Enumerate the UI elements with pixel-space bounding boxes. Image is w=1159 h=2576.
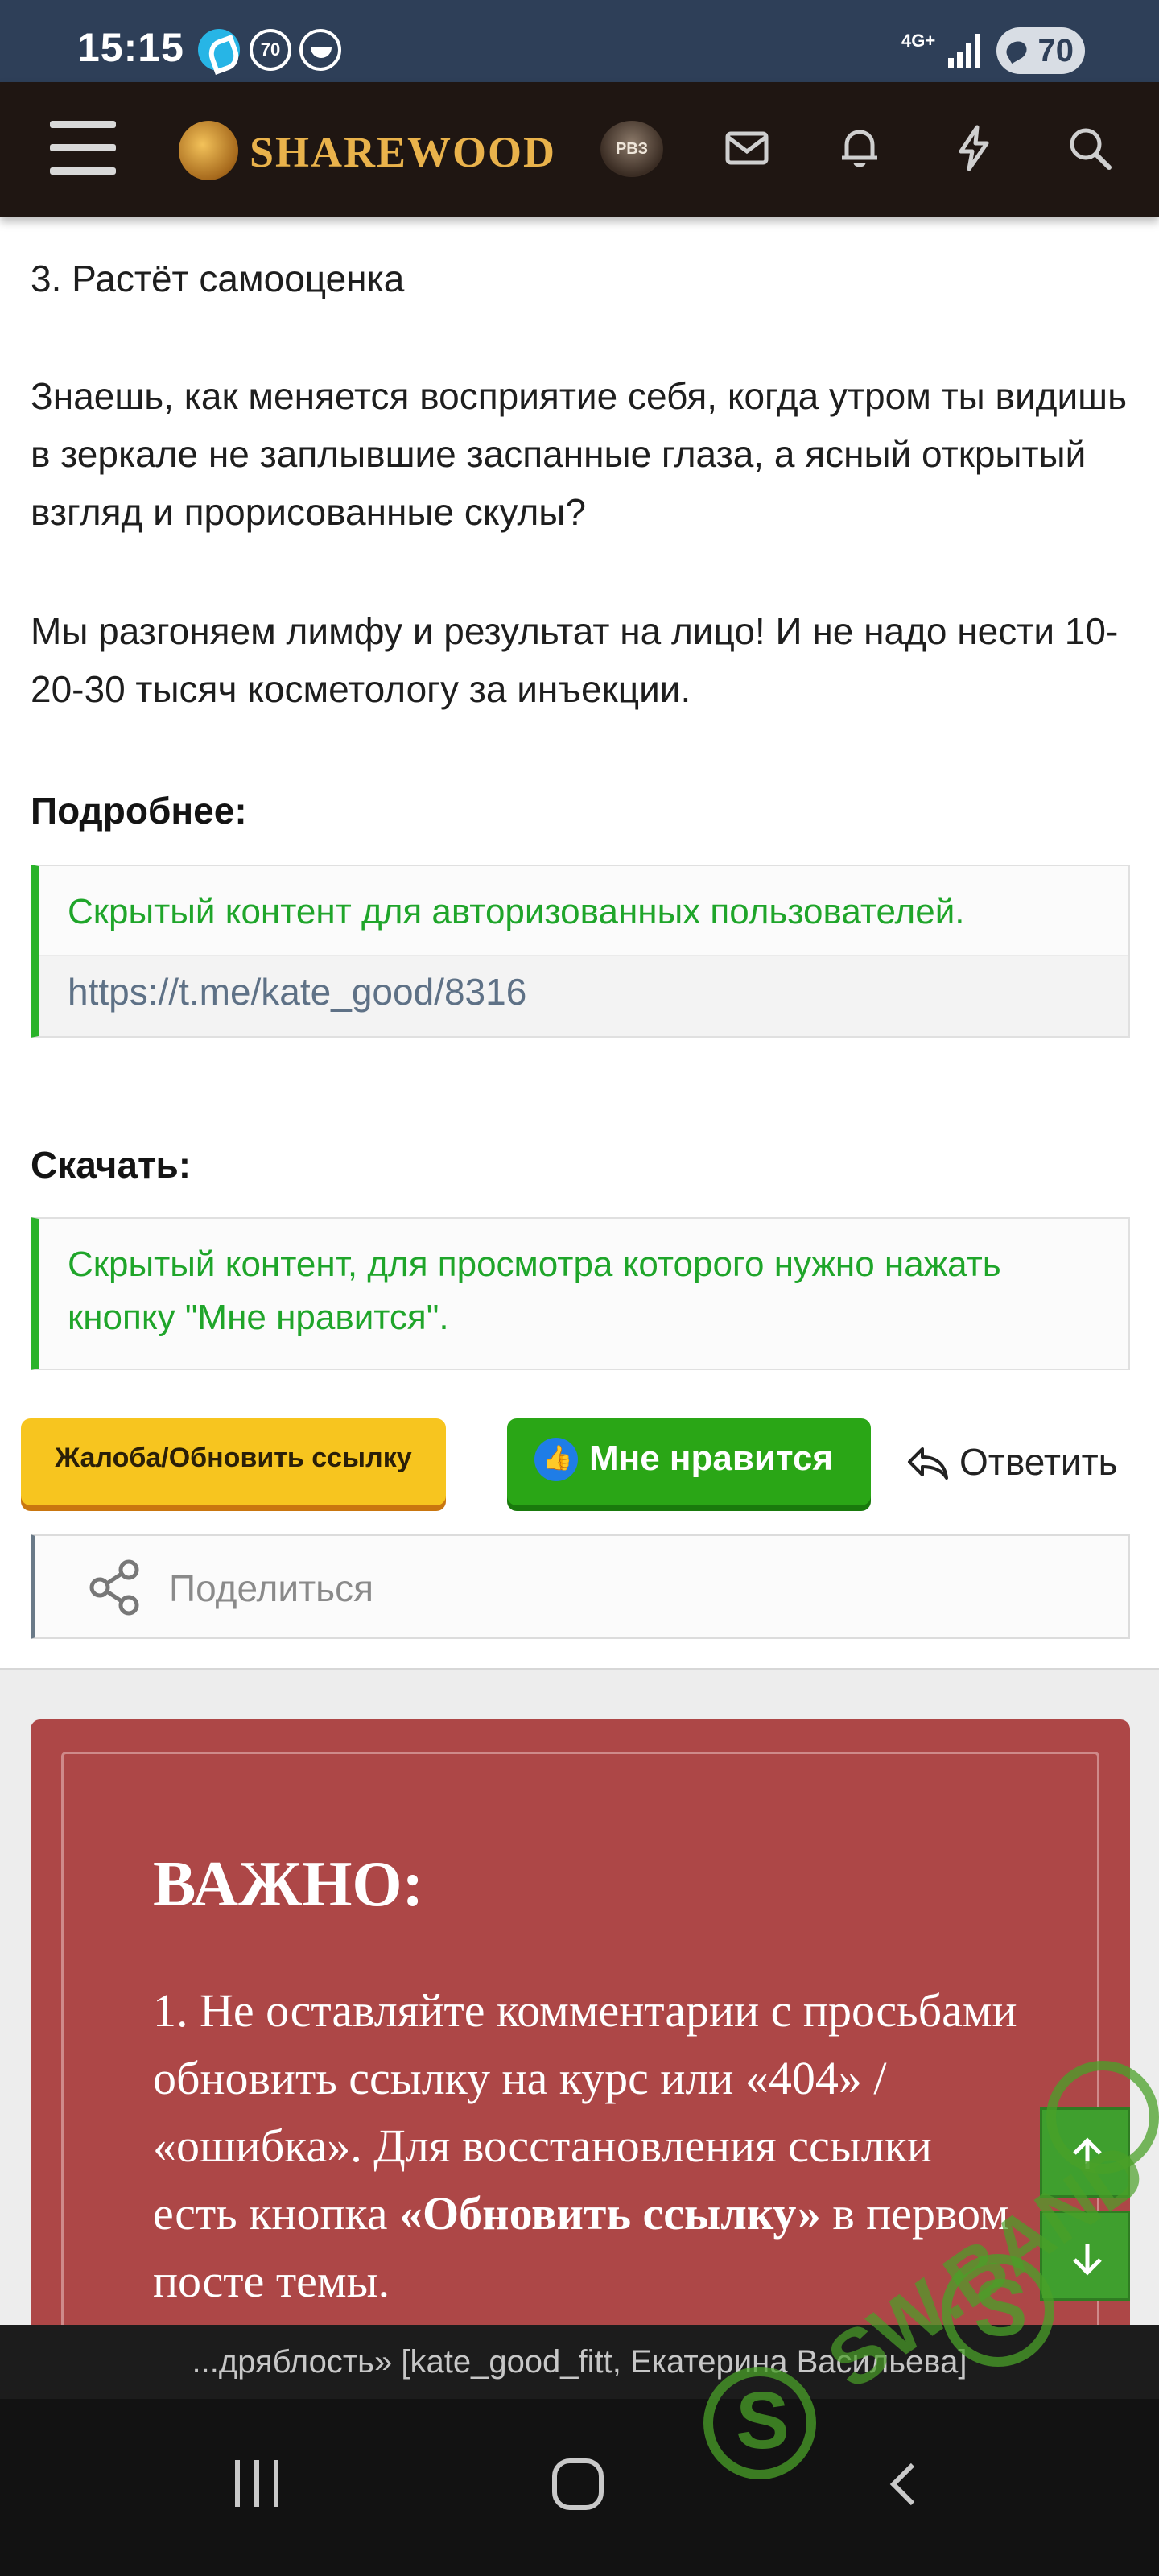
more-heading: Подробнее: [31, 790, 247, 832]
signal-icon [948, 32, 984, 68]
status-time: 15:15 [77, 25, 184, 70]
notification-count-badge: 70 [250, 29, 291, 71]
arrow-up-icon [1073, 2137, 1102, 2169]
thumbs-up-icon [534, 1418, 578, 1499]
like-label: Мне нравится [589, 1439, 834, 1478]
hidden-content-block: Скрытый контент для авторизованных польз… [31, 865, 1130, 1038]
hidden-like-notice: Скрытый контент, для просмотра которого … [39, 1219, 1128, 1368]
app-notification-icon [198, 29, 240, 71]
back-icon[interactable] [885, 2462, 921, 2507]
notice-title: ВАЖНО: [153, 1849, 424, 1920]
share-icon [89, 1559, 139, 1616]
logo-seal: РВЗ [600, 121, 663, 177]
like-button[interactable]: Мне нравится [507, 1418, 871, 1505]
menu-icon[interactable] [50, 119, 116, 177]
post-link[interactable]: https://t.me/kate_good/8316 [39, 955, 1128, 1036]
share-label: Поделиться [169, 1567, 374, 1609]
report-refresh-button[interactable]: Жалоба/Обновить ссылку [21, 1418, 446, 1505]
arrow-down-icon [1073, 2244, 1102, 2276]
network-type: 4G+ [901, 31, 936, 51]
post-paragraph: Мы разгоняем лимфу и результат на лицо! … [31, 610, 1119, 710]
hidden-content-notice: Скрытый контент для авторизованных польз… [39, 866, 1128, 955]
system-nav-bar [0, 2399, 1159, 2576]
notice-bold-text: «Обновить ссылку» [399, 2187, 821, 2240]
post-paragraph: 3. Растёт самооценка [31, 258, 405, 299]
notice-text: 1. Не оставляйте комментарии с просьбами… [153, 1984, 1017, 2307]
home-icon[interactable] [552, 2458, 604, 2510]
reply-button[interactable]: Ответить [905, 1430, 1118, 1494]
logo-text: SHAREWOOD [250, 128, 557, 176]
mail-icon[interactable] [721, 122, 773, 174]
download-heading: Скачать: [31, 1144, 192, 1186]
scroll-down-button[interactable] [1040, 2211, 1130, 2301]
hidden-like-block: Скрытый контент, для просмотра которого … [31, 1217, 1130, 1370]
reply-label: Ответить [959, 1441, 1118, 1483]
app-notification-icon-2 [299, 29, 341, 71]
status-bar: 15:15 70 4G+ 70 [0, 0, 1159, 82]
bolt-icon[interactable] [948, 122, 1000, 174]
thread-title-bar: ...дряблость» [kate_good_fitt, Екатерина… [0, 2325, 1159, 2399]
reply-icon [908, 1447, 948, 1480]
bell-icon[interactable] [834, 122, 885, 174]
search-icon[interactable] [1064, 122, 1116, 174]
scroll-up-button[interactable] [1040, 2107, 1130, 2198]
post-paragraph: Знаешь, как меняется восприятие себя, ко… [31, 375, 1128, 533]
share-bar[interactable]: Поделиться [31, 1534, 1130, 1639]
battery-icon: 70 [996, 27, 1085, 74]
recent-apps-icon[interactable] [235, 2460, 278, 2507]
logo-emblem-icon [179, 121, 238, 180]
site-header: SHAREWOOD РВЗ [0, 82, 1159, 217]
battery-level: 70 [1037, 33, 1074, 68]
